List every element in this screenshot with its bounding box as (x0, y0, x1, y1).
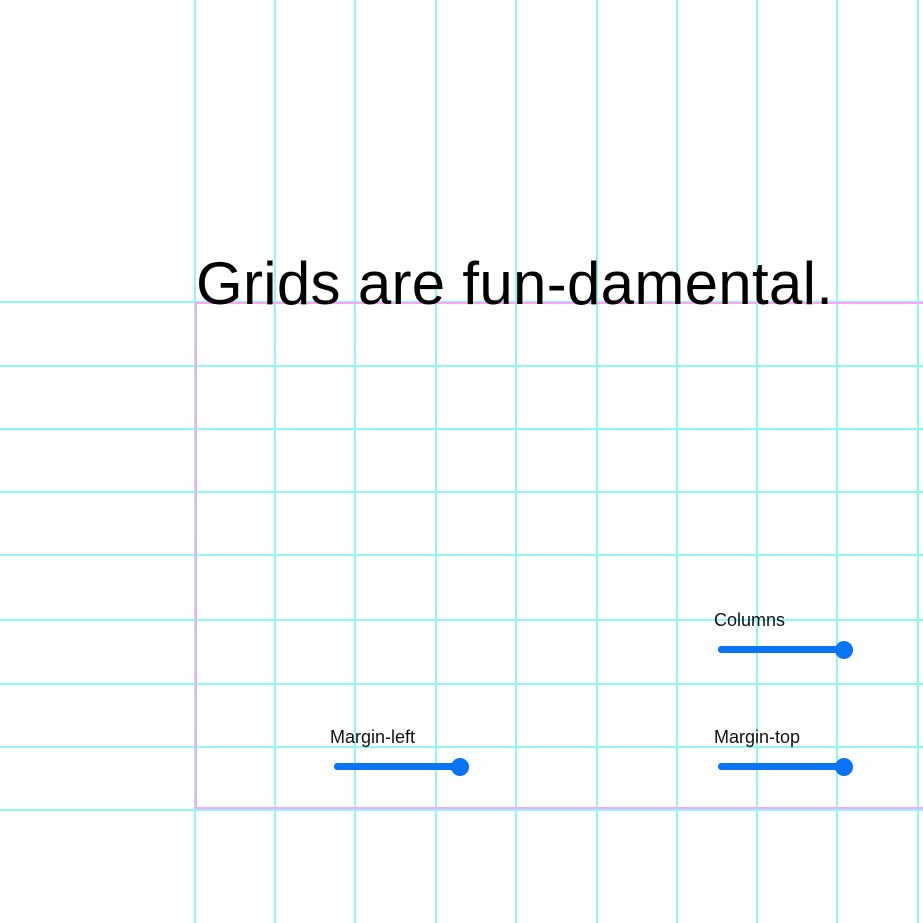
margin-top-slider-thumb[interactable] (835, 757, 853, 776)
margin-left-slider-fill (334, 763, 460, 770)
margin-top-slider-fill (718, 763, 844, 770)
columns-slider[interactable] (718, 640, 853, 659)
grid-row-line (0, 809, 923, 811)
margin-left-slider-thumb[interactable] (451, 757, 469, 776)
columns-slider-thumb[interactable] (835, 640, 853, 659)
margin-left-control: Margin-left (330, 726, 480, 776)
columns-label: Columns (714, 610, 786, 630)
margin-top-label: Margin-top (714, 727, 801, 747)
margin-left-label: Margin-left (330, 727, 416, 747)
columns-slider-fill (718, 646, 844, 653)
columns-control: Columns (714, 609, 864, 659)
margin-top-slider[interactable] (718, 757, 853, 776)
headline: Grids are fun-damental. (196, 250, 834, 317)
margin-top-control: Margin-top (714, 726, 864, 776)
margin-left-slider[interactable] (334, 757, 469, 776)
